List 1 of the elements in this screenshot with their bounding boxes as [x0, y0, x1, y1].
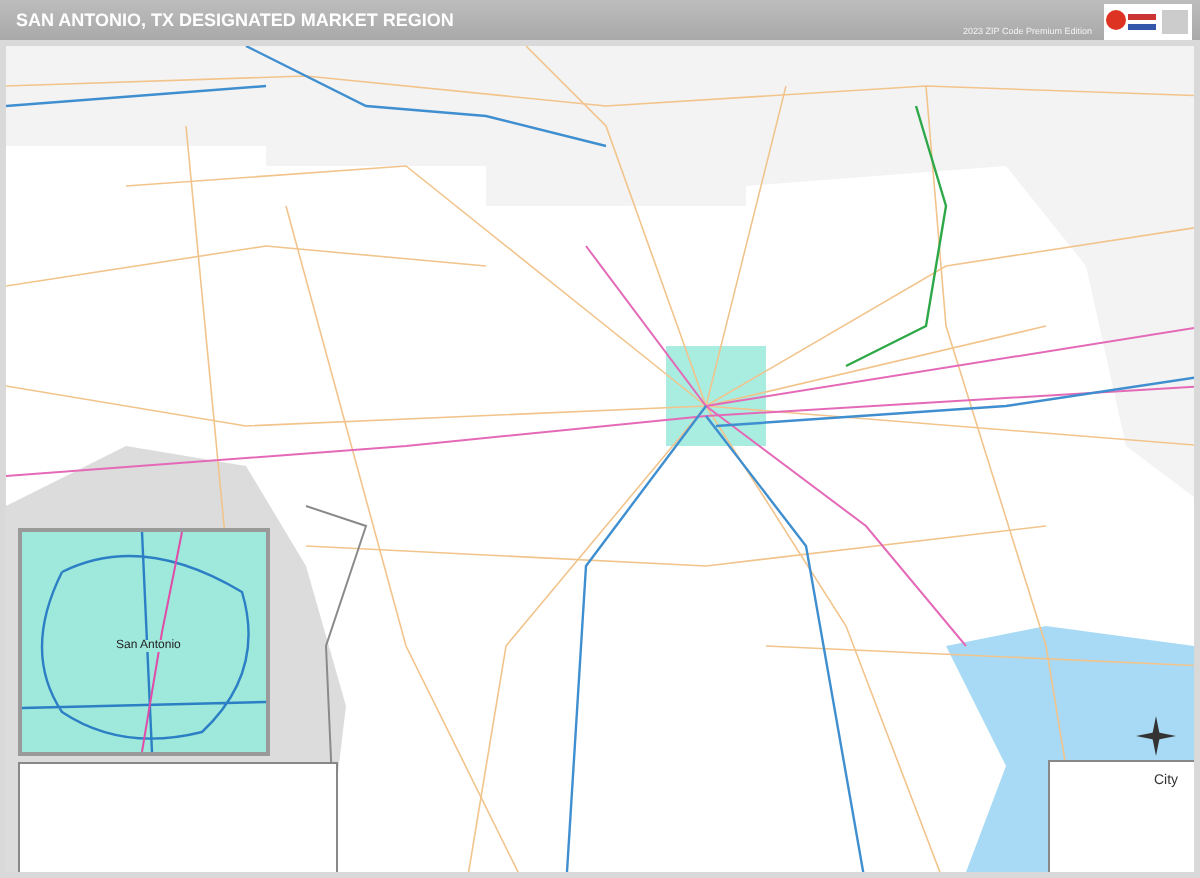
map-title: SAN ANTONIO, TX DESIGNATED MARKET REGION: [16, 10, 454, 30]
